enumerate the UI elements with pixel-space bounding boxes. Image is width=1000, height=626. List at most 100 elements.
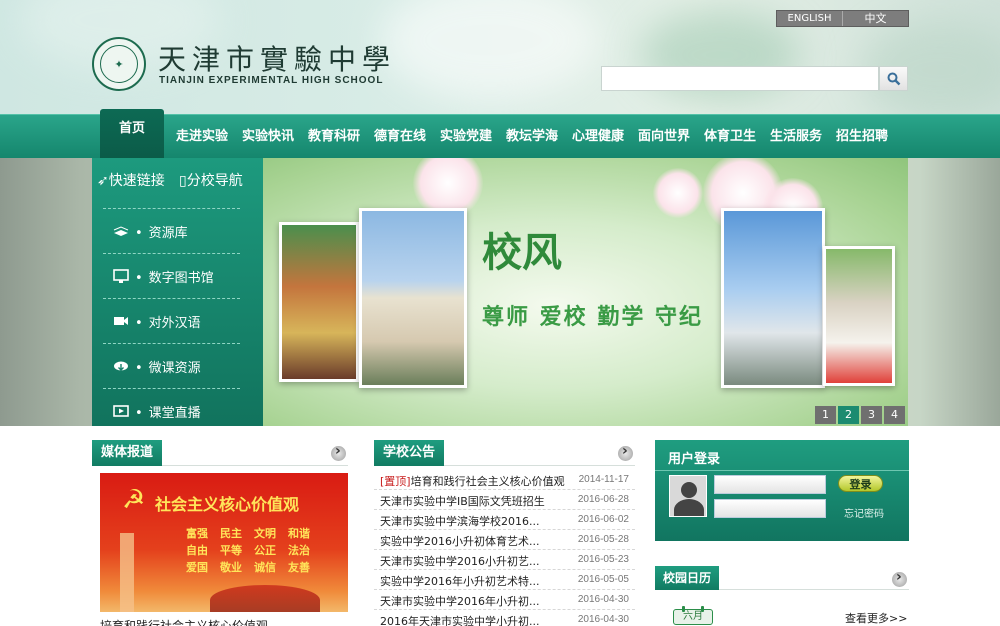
notice-row[interactable]: 实验中学2016年小升初艺术特... 2016-05-05	[374, 570, 635, 590]
notice-heading: 学校公告	[374, 440, 445, 466]
media-caption-link[interactable]: 培育和践行社会主义核心价值观	[100, 617, 268, 626]
notice-date: 2016-04-30	[577, 614, 629, 625]
notice-title: 天津市实验中学2016小升初艺...	[380, 555, 540, 568]
notice-title: 2016年天津市实验中学小升初...	[380, 615, 540, 626]
site-header: ✦ 天津市實驗中學 TIANJIN EXPERIMENTAL HIGH SCHO…	[0, 0, 1000, 114]
main-nav: 首页 走进实验 实验快讯 教育科研 德育在线 实验党建 教坛学海 心理健康 面向…	[0, 109, 1000, 159]
nav-item[interactable]: 实验党建	[440, 115, 492, 159]
tab-quick-links[interactable]: ➶快速链接	[97, 170, 165, 190]
banner-slideshow[interactable]: 校风 尊师 爱校 勤学 守纪 1 2 3 4	[263, 158, 908, 426]
calendar-more-arrow-icon[interactable]	[892, 569, 907, 587]
avatar-body	[674, 499, 704, 516]
school-name-cn[interactable]: 天津市實驗中學	[158, 38, 396, 78]
poster-title: 社会主义核心价值观	[155, 495, 300, 514]
media-heading: 媒体报道	[92, 440, 163, 466]
side-tabs: ➶快速链接 ▯分校导航	[92, 170, 263, 194]
nav-item[interactable]: 教育科研	[308, 115, 360, 159]
language-switcher: ENGLISH 中文	[776, 10, 909, 27]
nav-item[interactable]: 教坛学海	[506, 115, 558, 159]
school-name-en: TIANJIN EXPERIMENTAL HIGH SCHOOL	[159, 75, 384, 86]
nav-item[interactable]: 走进实验	[176, 115, 228, 159]
core-values-poster[interactable]: ☭ 社会主义核心价值观 富强 民主 文明 和谐 自由 平等 公正 法治 爱国 敬业 诚信 友善	[100, 473, 348, 612]
notice-more-arrow-icon[interactable]	[618, 443, 633, 461]
photo-students-group	[823, 246, 895, 386]
poster-values-row: 富强 民主 文明 和谐	[186, 527, 310, 540]
link-resource-library[interactable]: 资源库	[103, 208, 240, 253]
photo-school-building	[359, 208, 467, 388]
calendar-see-more-link[interactable]: 查看更多>>	[845, 610, 907, 626]
notice-date: 2016-06-28	[577, 494, 629, 505]
nav-item[interactable]: 德育在线	[374, 115, 426, 159]
nav-item[interactable]: 体育卫生	[704, 115, 756, 159]
slide-page-3[interactable]: 3	[861, 406, 882, 424]
poster-values-row: 爱国 敬业 诚信 友善	[186, 561, 310, 574]
search-icon	[887, 72, 900, 85]
slide-page-2[interactable]: 2	[838, 406, 859, 424]
notice-row[interactable]: 实验中学2016小升初体育艺术... 2016-05-28	[374, 530, 635, 550]
lang-english-link[interactable]: ENGLISH	[777, 11, 842, 26]
tab-label: 快速链接	[108, 173, 165, 189]
notice-row[interactable]: 天津市实验中学IB国际文凭班招生 2016-06-28	[374, 490, 635, 510]
notice-row[interactable]: 天津市实验中学2016小升初艺... 2016-05-23	[374, 550, 635, 570]
monitor-icon	[113, 269, 129, 283]
lang-chinese-link[interactable]: 中文	[842, 11, 908, 26]
notice-row[interactable]: 2016年天津市实验中学小升初... 2016-04-30	[374, 610, 635, 626]
notice-title: 天津市实验中学滨海学校2016...	[380, 515, 540, 528]
notice-row[interactable]: 天津市实验中学滨海学校2016... 2016-06-02	[374, 510, 635, 530]
media-more-arrow-icon[interactable]	[331, 443, 346, 461]
quick-links-panel: ➶快速链接 ▯分校导航 资源库 数字图书馆 对外汉语 微课资源 课堂直播	[92, 158, 263, 426]
forgot-password-link[interactable]: 忘记密码	[844, 505, 884, 520]
notice-date: 2016-05-23	[577, 554, 629, 565]
notice-section-header: 学校公告	[374, 440, 635, 466]
quick-links-list: 资源库 数字图书馆 对外汉语 微课资源 课堂直播	[103, 208, 240, 433]
notice-title: 实验中学2016年小升初艺术特...	[380, 575, 540, 588]
media-section-header: 媒体报道	[92, 440, 348, 466]
photo-flag-ceremony	[721, 208, 825, 388]
blossom-decoration	[653, 168, 703, 218]
nav-home[interactable]: 首页	[100, 109, 164, 159]
tab-branch-nav[interactable]: ▯分校导航	[179, 170, 243, 190]
username-input[interactable]	[714, 475, 826, 494]
password-input[interactable]	[714, 499, 826, 518]
header-bokeh	[380, 0, 600, 100]
calendar-section-header: 校园日历	[655, 566, 909, 590]
notice-date: 2014-11-17	[578, 474, 629, 485]
link-digital-library[interactable]: 数字图书馆	[103, 253, 240, 298]
seal-inner-ring: ✦	[100, 45, 138, 83]
party-emblem-icon: ☭	[122, 485, 146, 515]
nav-item[interactable]: 心理健康	[572, 115, 624, 159]
link-micro-courses[interactable]: 微课资源	[103, 343, 240, 388]
video-camera-icon	[114, 317, 128, 325]
stack-icon	[113, 226, 129, 236]
notice-title: [置顶]培育和践行社会主义核心价值观	[380, 475, 565, 488]
nav-item[interactable]: 实验快讯	[242, 115, 294, 159]
user-avatar-icon	[669, 475, 707, 517]
search-button[interactable]	[879, 66, 908, 91]
poster-values-row: 自由 平等 公正 法治	[186, 544, 310, 557]
school-seal-logo[interactable]: ✦	[92, 37, 146, 91]
notice-row[interactable]: [置顶]培育和践行社会主义核心价值观 2014-11-17	[374, 470, 635, 490]
film-icon	[113, 405, 129, 417]
banner-subtitle: 尊师 爱校 勤学 守纪	[482, 305, 703, 330]
slide-page-4[interactable]: 4	[884, 406, 905, 424]
notice-title: 天津市实验中学IB国际文凭班招生	[380, 495, 545, 508]
login-divider	[655, 470, 909, 471]
poster-values-grid: 富强 民主 文明 和谐 自由 平等 公正 法治 爱国 敬业 诚信 友善	[186, 525, 322, 576]
nav-item[interactable]: 生活服务	[770, 115, 822, 159]
notice-list: [置顶]培育和践行社会主义核心价值观 2014-11-17 天津市实验中学IB国…	[374, 470, 635, 626]
calendar-heading: 校园日历	[655, 566, 720, 590]
rocket-icon: ➶	[97, 173, 109, 189]
nav-item[interactable]: 面向世界	[638, 115, 690, 159]
login-button[interactable]: 登录	[838, 475, 883, 492]
link-chinese-teaching[interactable]: 对外汉语	[103, 298, 240, 343]
notice-row[interactable]: 天津市实验中学2016年小升初... 2016-04-30	[374, 590, 635, 610]
slide-pager: 1 2 3 4	[815, 406, 905, 424]
nav-item[interactable]: 招生招聘	[836, 115, 888, 159]
link-label: 微课资源	[135, 357, 201, 376]
search-input[interactable]	[601, 66, 879, 91]
poster-temple-decoration	[210, 585, 320, 612]
notice-date: 2016-04-30	[577, 594, 629, 605]
login-heading: 用户登录	[668, 452, 721, 467]
notice-date: 2016-05-05	[577, 574, 629, 585]
slide-page-1[interactable]: 1	[815, 406, 836, 424]
